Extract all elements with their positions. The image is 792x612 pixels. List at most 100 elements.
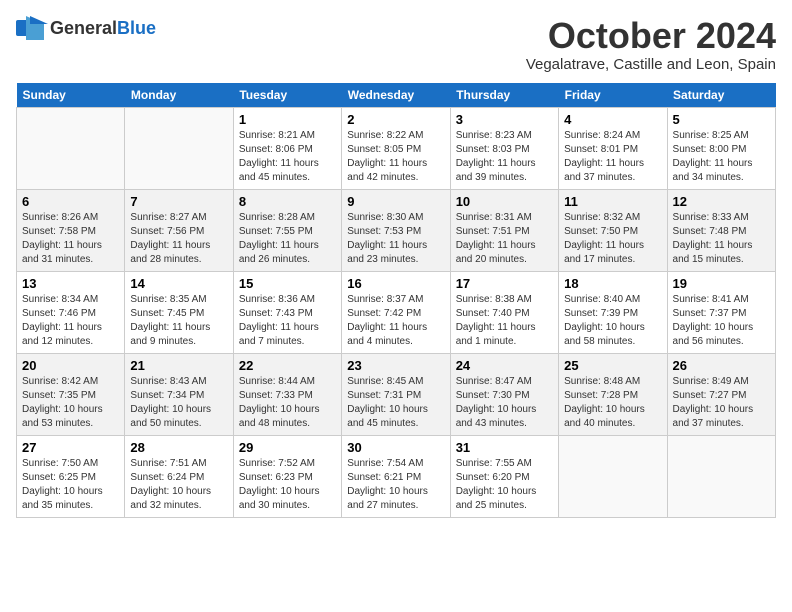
day-number: 24	[456, 358, 553, 373]
calendar-body: 1 Sunrise: 8:21 AMSunset: 8:06 PMDaylight…	[17, 107, 776, 517]
day-number: 10	[456, 194, 553, 209]
day-detail: Sunrise: 8:28 AMSunset: 7:55 PMDaylight:…	[239, 211, 336, 267]
calendar-cell: 9Sunrise: 8:30 AMSunset: 7:53 PMDaylight…	[342, 189, 450, 271]
day-number: 8	[239, 194, 336, 209]
calendar-cell: 18Sunrise: 8:40 AMSunset: 7:39 PMDayligh…	[559, 271, 667, 353]
calendar-week-row: 6Sunrise: 8:26 AMSunset: 7:58 PMDaylight…	[17, 189, 776, 271]
weekday-header-wednesday: Wednesday	[342, 83, 450, 108]
calendar-cell: 3 Sunrise: 8:23 AMSunset: 8:03 PMDaylight…	[450, 107, 558, 189]
day-number: 30	[347, 440, 444, 455]
day-detail: Sunrise: 7:52 AMSunset: 6:23 PMDaylight:…	[239, 457, 336, 513]
day-number: 12	[673, 194, 770, 209]
logo-general-text: General	[50, 18, 117, 38]
weekday-header-thursday: Thursday	[450, 83, 558, 108]
day-number: 13	[22, 276, 119, 291]
day-number: 7	[130, 194, 227, 209]
calendar-cell: 11 Sunrise: 8:32 AMSunset: 7:50 PMDayligh…	[559, 189, 667, 271]
calendar-cell	[667, 435, 775, 517]
calendar-cell: 22 Sunrise: 8:44 AMSunset: 7:33 PMDayligh…	[233, 353, 341, 435]
day-number: 26	[673, 358, 770, 373]
calendar-cell: 20 Sunrise: 8:42 AMSunset: 7:35 PMDayligh…	[17, 353, 125, 435]
calendar-cell: 13 Sunrise: 8:34 AMSunset: 7:46 PMDayligh…	[17, 271, 125, 353]
calendar-cell: 23Sunrise: 8:45 AMSunset: 7:31 PMDayligh…	[342, 353, 450, 435]
day-detail: Sunrise: 8:25 AMSunset: 8:00 PMDaylight:…	[673, 129, 770, 185]
calendar-cell: 27Sunrise: 7:50 AMSunset: 6:25 PMDayligh…	[17, 435, 125, 517]
calendar-cell	[125, 107, 233, 189]
day-number: 1	[239, 112, 336, 127]
calendar-cell: 8 Sunrise: 8:28 AMSunset: 7:55 PMDaylight…	[233, 189, 341, 271]
day-detail: Sunrise: 8:48 AMSunset: 7:28 PMDaylight:…	[564, 375, 661, 431]
calendar-cell: 28 Sunrise: 7:51 AMSunset: 6:24 PMDayligh…	[125, 435, 233, 517]
calendar-cell: 1 Sunrise: 8:21 AMSunset: 8:06 PMDaylight…	[233, 107, 341, 189]
day-number: 17	[456, 276, 553, 291]
calendar-cell: 21 Sunrise: 8:43 AMSunset: 7:34 PMDayligh…	[125, 353, 233, 435]
calendar-cell: 12Sunrise: 8:33 AMSunset: 7:48 PMDayligh…	[667, 189, 775, 271]
logo-blue-text: Blue	[117, 18, 156, 38]
month-title: October 2024	[526, 16, 776, 56]
calendar-cell: 10 Sunrise: 8:31 AMSunset: 7:51 PMDayligh…	[450, 189, 558, 271]
day-detail: Sunrise: 8:24 AMSunset: 8:01 PMDaylight:…	[564, 129, 661, 185]
location-title: Vegalatrave, Castille and Leon, Spain	[526, 56, 776, 73]
day-number: 20	[22, 358, 119, 373]
day-number: 23	[347, 358, 444, 373]
calendar-cell: 26Sunrise: 8:49 AMSunset: 7:27 PMDayligh…	[667, 353, 775, 435]
day-number: 27	[22, 440, 119, 455]
weekday-header-sunday: Sunday	[17, 83, 125, 108]
day-number: 9	[347, 194, 444, 209]
calendar-cell: 25 Sunrise: 8:48 AMSunset: 7:28 PMDayligh…	[559, 353, 667, 435]
day-number: 22	[239, 358, 336, 373]
weekday-header-saturday: Saturday	[667, 83, 775, 108]
calendar-week-row: 1 Sunrise: 8:21 AMSunset: 8:06 PMDaylight…	[17, 107, 776, 189]
day-number: 16	[347, 276, 444, 291]
calendar-cell: 7 Sunrise: 8:27 AMSunset: 7:56 PMDaylight…	[125, 189, 233, 271]
calendar-cell	[559, 435, 667, 517]
day-detail: Sunrise: 8:34 AMSunset: 7:46 PMDaylight:…	[22, 293, 119, 349]
day-number: 31	[456, 440, 553, 455]
day-detail: Sunrise: 8:44 AMSunset: 7:33 PMDaylight:…	[239, 375, 336, 431]
calendar-cell: 4Sunrise: 8:24 AMSunset: 8:01 PMDaylight…	[559, 107, 667, 189]
day-detail: Sunrise: 8:23 AMSunset: 8:03 PMDaylight:…	[456, 129, 553, 185]
calendar-cell: 5 Sunrise: 8:25 AMSunset: 8:00 PMDaylight…	[667, 107, 775, 189]
calendar-cell: 14 Sunrise: 8:35 AMSunset: 7:45 PMDayligh…	[125, 271, 233, 353]
day-detail: Sunrise: 8:41 AMSunset: 7:37 PMDaylight:…	[673, 293, 770, 349]
calendar-cell: 31 Sunrise: 7:55 AMSunset: 6:20 PMDayligh…	[450, 435, 558, 517]
day-number: 11	[564, 194, 661, 209]
calendar-week-row: 27Sunrise: 7:50 AMSunset: 6:25 PMDayligh…	[17, 435, 776, 517]
calendar-cell: 19Sunrise: 8:41 AMSunset: 7:37 PMDayligh…	[667, 271, 775, 353]
calendar-table: SundayMondayTuesdayWednesdayThursdayFrid…	[16, 83, 776, 518]
day-detail: Sunrise: 7:55 AMSunset: 6:20 PMDaylight:…	[456, 457, 553, 513]
logo: GeneralBlue	[16, 16, 156, 40]
day-detail: Sunrise: 8:32 AMSunset: 7:50 PMDaylight:…	[564, 211, 661, 267]
day-detail: Sunrise: 8:36 AMSunset: 7:43 PMDaylight:…	[239, 293, 336, 349]
day-detail: Sunrise: 8:42 AMSunset: 7:35 PMDaylight:…	[22, 375, 119, 431]
calendar-week-row: 13 Sunrise: 8:34 AMSunset: 7:46 PMDayligh…	[17, 271, 776, 353]
day-detail: Sunrise: 7:54 AMSunset: 6:21 PMDaylight:…	[347, 457, 444, 513]
day-number: 21	[130, 358, 227, 373]
day-number: 3	[456, 112, 553, 127]
day-detail: Sunrise: 8:31 AMSunset: 7:51 PMDaylight:…	[456, 211, 553, 267]
title-block: October 2024 Vegalatrave, Castille and L…	[526, 16, 776, 73]
day-detail: Sunrise: 8:38 AMSunset: 7:40 PMDaylight:…	[456, 293, 553, 349]
day-number: 15	[239, 276, 336, 291]
calendar-cell	[17, 107, 125, 189]
day-number: 2	[347, 112, 444, 127]
calendar-cell: 17 Sunrise: 8:38 AMSunset: 7:40 PMDayligh…	[450, 271, 558, 353]
calendar-cell: 2Sunrise: 8:22 AMSunset: 8:05 PMDaylight…	[342, 107, 450, 189]
day-detail: Sunrise: 7:51 AMSunset: 6:24 PMDaylight:…	[130, 457, 227, 513]
day-number: 18	[564, 276, 661, 291]
calendar-cell: 30 Sunrise: 7:54 AMSunset: 6:21 PMDayligh…	[342, 435, 450, 517]
day-detail: Sunrise: 8:27 AMSunset: 7:56 PMDaylight:…	[130, 211, 227, 267]
calendar-cell: 24 Sunrise: 8:47 AMSunset: 7:30 PMDayligh…	[450, 353, 558, 435]
day-number: 5	[673, 112, 770, 127]
calendar-cell: 6Sunrise: 8:26 AMSunset: 7:58 PMDaylight…	[17, 189, 125, 271]
calendar-cell: 29Sunrise: 7:52 AMSunset: 6:23 PMDayligh…	[233, 435, 341, 517]
day-detail: Sunrise: 8:43 AMSunset: 7:34 PMDaylight:…	[130, 375, 227, 431]
day-number: 28	[130, 440, 227, 455]
calendar-cell: 16Sunrise: 8:37 AMSunset: 7:42 PMDayligh…	[342, 271, 450, 353]
day-number: 25	[564, 358, 661, 373]
day-detail: Sunrise: 8:21 AMSunset: 8:06 PMDaylight:…	[239, 129, 336, 185]
day-detail: Sunrise: 8:35 AMSunset: 7:45 PMDaylight:…	[130, 293, 227, 349]
calendar-week-row: 20 Sunrise: 8:42 AMSunset: 7:35 PMDayligh…	[17, 353, 776, 435]
day-detail: Sunrise: 8:47 AMSunset: 7:30 PMDaylight:…	[456, 375, 553, 431]
day-number: 14	[130, 276, 227, 291]
